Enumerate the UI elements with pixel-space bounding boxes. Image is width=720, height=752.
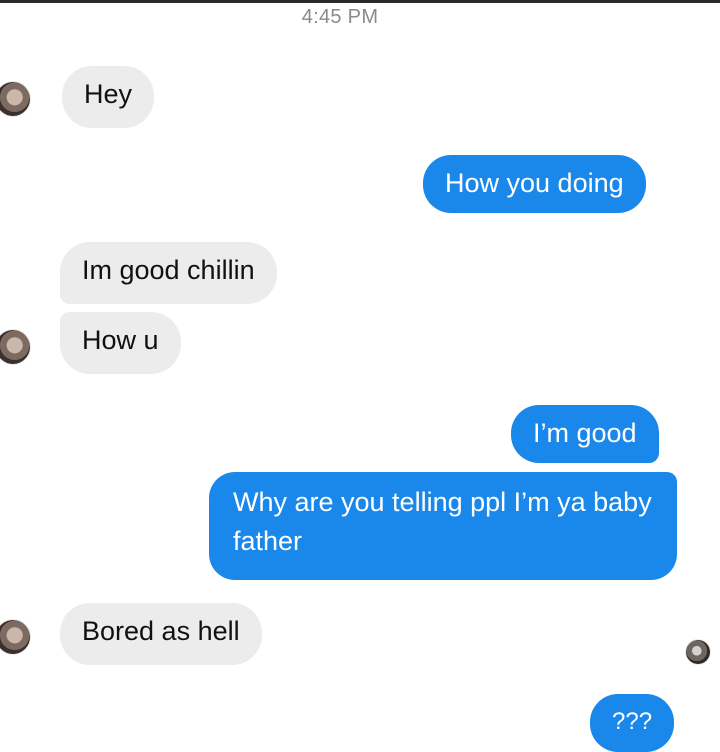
contact-avatar[interactable] — [0, 330, 30, 364]
outgoing-message-bubble[interactable]: I’m good — [511, 405, 659, 463]
outgoing-message-bubble[interactable]: How you doing — [423, 155, 646, 213]
incoming-message-bubble[interactable]: Im good chillin — [60, 242, 277, 304]
contact-avatar[interactable] — [0, 620, 30, 654]
top-divider — [0, 0, 720, 3]
outgoing-message-bubble[interactable]: ??? — [590, 694, 675, 752]
outgoing-message-bubble[interactable]: Why are you telling ppl I’m ya baby fath… — [209, 472, 677, 580]
contact-avatar[interactable] — [0, 82, 30, 116]
seen-receipt-avatar — [686, 640, 710, 664]
incoming-message-bubble[interactable]: How u — [60, 312, 181, 374]
message-timestamp: 4:45 PM — [301, 6, 379, 28]
incoming-message-bubble[interactable]: Hey — [62, 66, 155, 128]
incoming-message-bubble[interactable]: Bored as hell — [60, 603, 262, 665]
